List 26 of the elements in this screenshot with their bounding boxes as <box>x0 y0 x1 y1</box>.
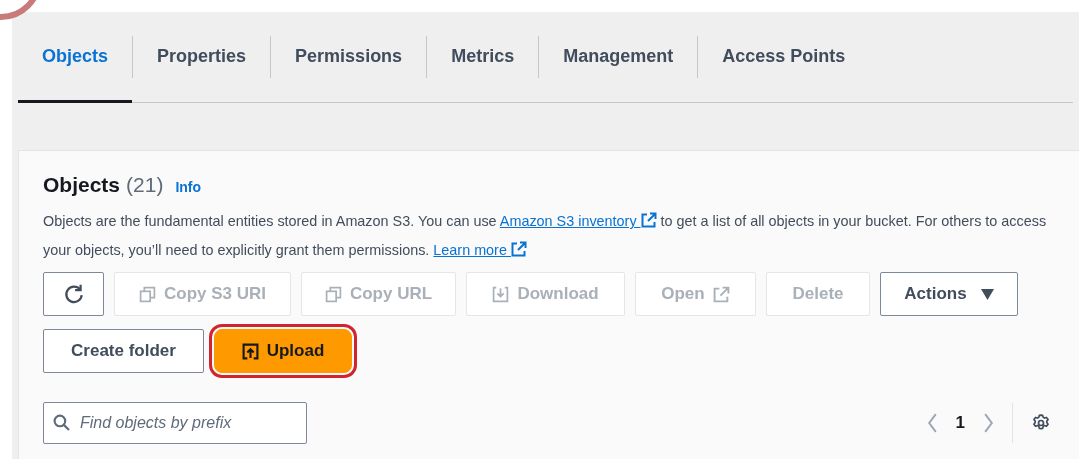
search-field[interactable]: Find objects by prefix <box>43 402 307 444</box>
tab[interactable]: Management <box>539 12 698 103</box>
tab[interactable]: Permissions <box>271 12 427 103</box>
actions-dropdown[interactable]: Actions <box>880 272 1018 316</box>
refresh-button[interactable] <box>43 272 104 316</box>
tab[interactable]: Metrics <box>427 12 539 103</box>
download-icon <box>492 285 510 303</box>
external-link-icon <box>510 241 527 257</box>
tab[interactable]: Properties <box>133 12 271 103</box>
tab[interactable]: Access Points <box>698 12 870 103</box>
page-number[interactable]: 1 <box>955 413 965 433</box>
learn-more-link[interactable]: Learn more <box>433 242 527 258</box>
search-icon <box>53 414 70 431</box>
external-link-icon <box>712 285 730 303</box>
upload-icon <box>241 342 259 360</box>
object-count: (21) <box>126 173 164 197</box>
inventory-link[interactable]: Amazon S3 inventory <box>499 213 657 229</box>
description: Objects are the fundamental entities stored in Amazon S3. You can use Amazon S3 inventory to get a list of all objects in your bucket. For others to access your objects, you’ll need to explicitly grant them permissions. Learn more <box>43 211 1048 260</box>
copy-icon <box>139 285 156 303</box>
section-title: Objects <box>43 173 121 197</box>
caret-icon <box>980 288 994 300</box>
copy-icon <box>324 285 342 303</box>
create-folder-button[interactable]: Create folder <box>43 329 204 373</box>
external-link-icon <box>640 212 657 228</box>
refresh-icon <box>62 283 85 305</box>
info-link[interactable]: Info <box>175 179 202 195</box>
